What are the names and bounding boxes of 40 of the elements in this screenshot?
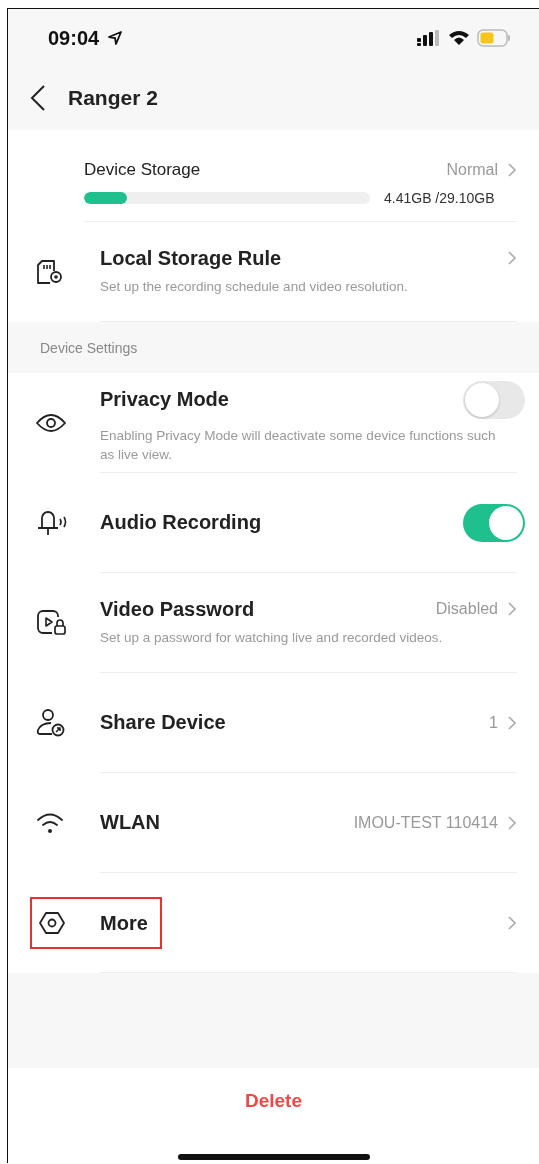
storage-status: Normal	[446, 161, 498, 179]
row-title[interactable]: More	[100, 911, 148, 935]
chevron-icon[interactable]	[508, 163, 517, 177]
chevron-icon[interactable]	[508, 915, 517, 930]
memory-card-icon	[36, 259, 64, 285]
row-title[interactable]: Share Device	[100, 711, 226, 734]
row-description: Set up the recording schedule and video resolution.	[100, 277, 409, 296]
microphone-icon	[36, 508, 68, 538]
row-title[interactable]: Video Password	[100, 597, 255, 621]
row-value: Disabled	[435, 600, 498, 619]
storage-reading: 4.41GB /29.10GB	[384, 190, 495, 206]
chevron-icon[interactable]	[508, 815, 517, 830]
wifi-icon	[36, 811, 64, 835]
storage-label: Device Storage	[84, 160, 201, 180]
back-icon[interactable]	[30, 85, 46, 111]
status-time: 09:04	[48, 26, 100, 50]
page-title: Ranger 2	[68, 86, 158, 110]
row-title[interactable]: Privacy Mode	[100, 388, 229, 412]
row-title[interactable]: Audio Recording	[100, 511, 262, 534]
section-header: Device Settings	[40, 339, 138, 356]
signal-icon	[417, 30, 441, 46]
toggle-switch[interactable]	[463, 380, 525, 419]
video-lock-icon	[36, 609, 68, 637]
settings-icon	[38, 911, 66, 935]
chevron-icon[interactable]	[508, 715, 517, 730]
row-value: IMOU-TEST 110414	[353, 813, 498, 832]
row-description: Enabling Privacy Mode will deactivate some device functions such as live view.	[100, 426, 497, 464]
battery-icon	[477, 29, 511, 47]
chevron-icon[interactable]	[508, 602, 517, 617]
wifi-icon	[448, 30, 470, 46]
delete-button[interactable]: Delete	[235, 1086, 312, 1116]
row-title[interactable]: WLAN	[100, 811, 160, 834]
row-title: Local Storage Rule	[100, 246, 282, 270]
location-arrow-icon	[108, 31, 123, 45]
chevron-icon[interactable]	[508, 251, 517, 266]
row-value: 1	[489, 713, 498, 732]
toggle-switch[interactable]	[463, 503, 525, 542]
user-share-icon	[36, 708, 66, 738]
row-description: Set up a password for watching live and recorded videos.	[100, 628, 444, 647]
eye-icon	[36, 413, 66, 433]
